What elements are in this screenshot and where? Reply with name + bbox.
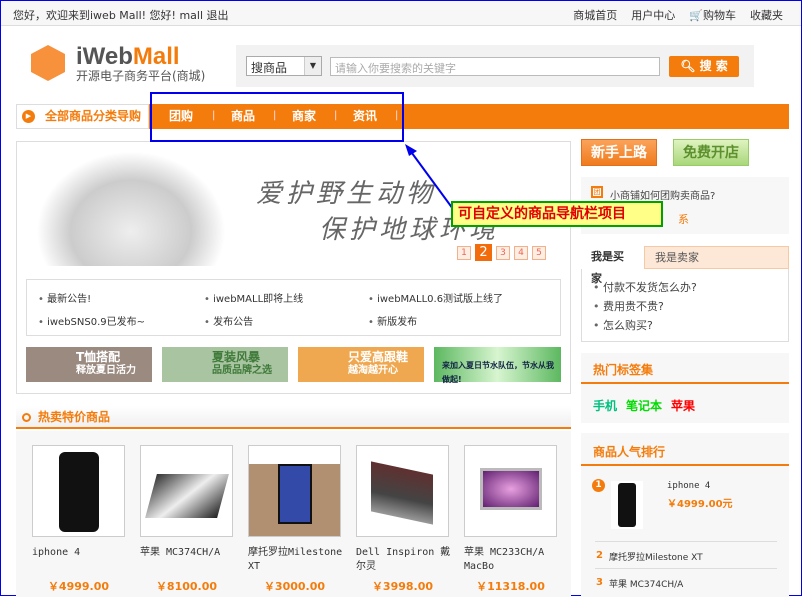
product-price: ￥11318.00 bbox=[476, 580, 545, 593]
nav-all-categories[interactable]: ▶ 全部商品分类导购 bbox=[16, 104, 149, 129]
ad-title: 来加入夏日节水队伍，节水从我做起! bbox=[442, 361, 554, 384]
product-price: ￥3998.00 bbox=[371, 580, 434, 593]
ad-title: 只爱高跟鞋 bbox=[348, 350, 409, 364]
search-input[interactable]: 请输入你要搜索的关键字 bbox=[330, 57, 660, 76]
open-shop-button[interactable]: 免费开店 bbox=[673, 139, 749, 166]
divider bbox=[595, 568, 777, 569]
rank-badge: 1 bbox=[592, 479, 605, 492]
search-type-select[interactable]: 搜商品 ▼ bbox=[246, 56, 322, 76]
product-image[interactable] bbox=[32, 445, 125, 537]
divider bbox=[595, 541, 777, 542]
top-bar: 您好，欢迎来到iweb Mall! 您好! mall 退出 商城首页 用户中心 … bbox=[1, 1, 801, 26]
tip-link[interactable]: 小商铺如何团购卖商品? bbox=[610, 187, 715, 202]
ad-banner-tshirt[interactable]: T恤搭配 释放夏日活力 bbox=[26, 347, 152, 382]
faq-item[interactable]: 付款不发货怎么办? bbox=[593, 279, 697, 295]
product-image[interactable] bbox=[464, 445, 557, 537]
search-button[interactable]: 🔍︎ 搜 索 bbox=[669, 56, 739, 77]
pager-2[interactable]: 2 bbox=[475, 244, 492, 261]
tag-apple[interactable]: 苹果 bbox=[671, 397, 695, 414]
tag-phone[interactable]: 手机 bbox=[593, 397, 617, 414]
product-image[interactable] bbox=[248, 445, 341, 537]
newbie-guide-button[interactable]: 新手上路 bbox=[581, 139, 657, 166]
faq-item[interactable]: 怎么购买? bbox=[593, 317, 653, 333]
logo-brand-a: iWeb bbox=[76, 43, 133, 70]
product-price: ￥8100.00 bbox=[155, 580, 218, 593]
logo-brand-b: Mall bbox=[132, 43, 180, 70]
notice-item[interactable]: iwebMALL即将上线 bbox=[204, 290, 303, 305]
product-image[interactable] bbox=[140, 445, 233, 537]
product-image[interactable] bbox=[356, 445, 449, 537]
rank-product-image[interactable] bbox=[611, 481, 643, 529]
link-user-center[interactable]: 用户中心 bbox=[631, 7, 675, 23]
divider bbox=[581, 464, 789, 466]
product-name[interactable]: Dell Inspiron 戴尔灵 bbox=[356, 546, 456, 574]
nav-category-label: 全部商品分类导购 bbox=[45, 109, 142, 123]
rank-number: 3 bbox=[596, 577, 603, 588]
notice-item[interactable]: 发布公告 bbox=[204, 313, 253, 328]
ad-subtitle: 品质品牌之选 bbox=[212, 365, 272, 376]
divider bbox=[581, 382, 789, 384]
rank-number: 2 bbox=[596, 550, 603, 561]
hot-tags-title: 热门标签集 bbox=[593, 363, 654, 377]
notice-item[interactable]: 最新公告! bbox=[38, 290, 91, 305]
tag-laptop[interactable]: 笔记本 bbox=[626, 397, 662, 414]
ad-banner-heels[interactable]: 只爱高跟鞋 越淘越开心 bbox=[298, 347, 424, 382]
search-type-value: 搜商品 bbox=[251, 61, 288, 75]
ad-subtitle: 越淘越开心 bbox=[348, 365, 398, 376]
notice-item[interactable]: iwebMALL0.6测试版上线了 bbox=[368, 290, 503, 305]
logo-subtitle: 开源电子商务平台(商城) bbox=[76, 69, 206, 83]
hot-products-header: 热卖特价商品 bbox=[16, 406, 571, 429]
ad-subtitle: 释放夏日活力 bbox=[76, 365, 136, 376]
tab-seller[interactable]: 我是卖家 bbox=[644, 246, 789, 269]
rank-product-name[interactable]: 摩托罗拉Milestone XT bbox=[609, 550, 703, 563]
rank-product-price: ￥4999.00元 bbox=[667, 499, 733, 510]
pager-1[interactable]: 1 bbox=[457, 246, 471, 260]
product-name[interactable]: 苹果 MC233CH/A MacBo bbox=[464, 546, 564, 574]
ad-title: 夏装风暴 bbox=[212, 350, 261, 364]
link-home[interactable]: 商城首页 bbox=[573, 7, 617, 23]
cart-icon: 🛒 bbox=[689, 9, 703, 22]
notice-item[interactable]: iwebSNS0.9已发布~ bbox=[38, 313, 145, 328]
rank-product-name[interactable]: 苹果 MC374CH/A bbox=[609, 577, 683, 590]
product-name[interactable]: 摩托罗拉Milestone XT bbox=[248, 546, 348, 574]
tip-link-2[interactable]: 系 bbox=[678, 211, 689, 227]
pager-5[interactable]: 5 bbox=[532, 246, 546, 260]
banner-image[interactable] bbox=[36, 151, 226, 266]
banner-pager: 1 2 3 4 5 bbox=[457, 244, 546, 261]
link-favorites[interactable]: 收藏夹 bbox=[750, 7, 783, 23]
chevron-down-icon: ▼ bbox=[304, 57, 321, 75]
product-price: ￥4999.00 bbox=[47, 580, 110, 593]
welcome-text: 您好，欢迎来到iweb Mall! 您好! mall 退出 bbox=[13, 9, 229, 22]
annotation-highlight-box bbox=[150, 92, 404, 142]
logo-icon bbox=[31, 45, 65, 81]
annotation-callout: 可自定义的商品导航栏项目 bbox=[451, 201, 663, 227]
ranking-title: 商品人气排行 bbox=[593, 445, 666, 459]
search-icon: 🔍︎ bbox=[680, 59, 700, 73]
ad-banner-summer[interactable]: 夏装风暴 品质品牌之选 bbox=[162, 347, 288, 382]
notice-item[interactable]: 新版发布 bbox=[368, 313, 417, 328]
product-name[interactable]: 苹果 MC374CH/A bbox=[140, 546, 240, 560]
product-price: ￥3000.00 bbox=[263, 580, 326, 593]
faq-item[interactable]: 费用贵不贵? bbox=[593, 298, 664, 314]
search-button-label: 搜 索 bbox=[699, 59, 728, 73]
pager-4[interactable]: 4 bbox=[514, 246, 528, 260]
pager-3[interactable]: 3 bbox=[496, 246, 510, 260]
play-icon: ▶ bbox=[22, 110, 35, 123]
product-name[interactable]: iphone 4 bbox=[32, 546, 132, 560]
link-cart[interactable]: 购物车 bbox=[703, 9, 736, 22]
group-icon: 团 bbox=[591, 186, 603, 198]
ad-title: T恤搭配 bbox=[76, 350, 121, 364]
tab-buyer[interactable]: 我是买家 bbox=[581, 246, 644, 285]
rank-product-name[interactable]: iphone 4 bbox=[667, 481, 710, 491]
ad-banner-water[interactable]: 来加入夏日节水队伍，节水从我做起! bbox=[434, 347, 561, 384]
